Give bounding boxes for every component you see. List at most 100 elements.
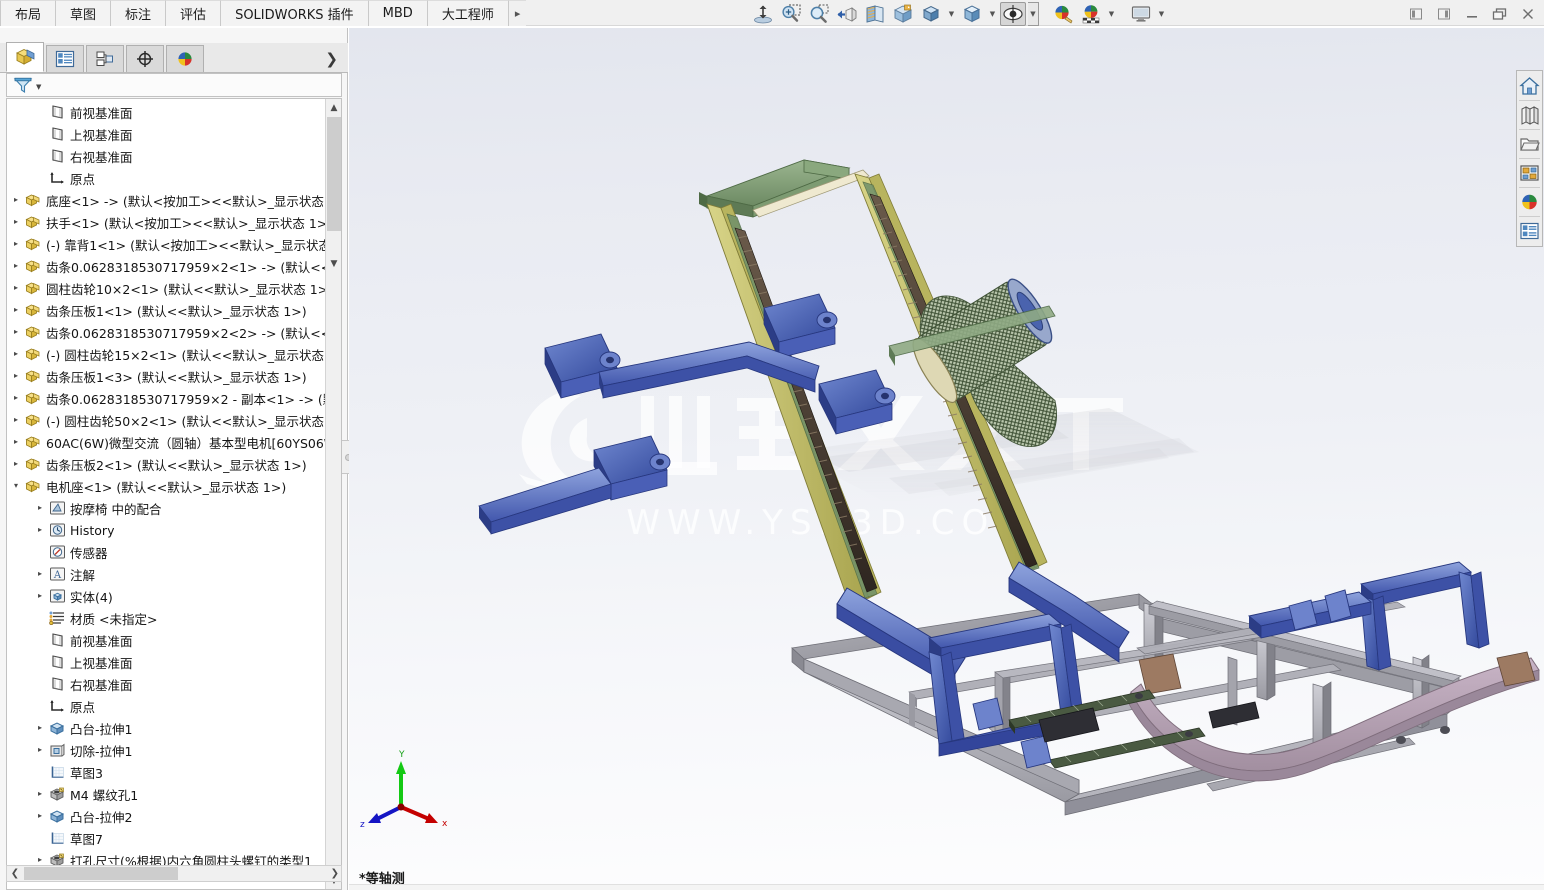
view-settings-cube-caret-icon[interactable]: ▼	[987, 2, 998, 26]
tree-item-mates-in-massage-chair[interactable]: ▸ 按摩椅 中的配合	[7, 497, 325, 519]
zoom-to-area-icon[interactable]	[778, 2, 804, 26]
tree-expand-collapse-icon[interactable]: ▸	[9, 460, 23, 468]
tab-configuration-manager[interactable]	[86, 45, 124, 72]
zoom-to-fit-icon[interactable]	[750, 2, 776, 26]
tab-property-manager[interactable]	[46, 45, 84, 72]
tree-filter[interactable]: ▼	[6, 73, 342, 97]
tree-item-motor-mount[interactable]: ▾ 电机座<1> (默认<<默认>_显示状态 1>)	[7, 475, 325, 497]
display-style-caret-icon[interactable]: ▼	[946, 2, 957, 26]
close-button[interactable]	[1518, 4, 1538, 24]
scroll-right-arrow-icon[interactable]: ❯	[331, 868, 339, 879]
pin-right-button[interactable]	[1434, 4, 1454, 24]
tree-expand-collapse-icon[interactable]: ▸	[9, 284, 23, 292]
pin-left-button[interactable]	[1406, 4, 1426, 24]
tree-expand-collapse-icon[interactable]: ▸	[33, 790, 47, 798]
tree-expand-collapse-icon[interactable]: ▸	[33, 812, 47, 820]
tree-vertical-scrollbar[interactable]: ▲ ▼ ▼	[325, 99, 341, 889]
tree-horizontal-scroll-thumb[interactable]	[24, 867, 178, 880]
tree-expand-collapse-icon[interactable]: ▸	[33, 570, 47, 578]
tree-item-right-plane[interactable]: 右视基准面	[7, 145, 325, 167]
tree-item-sketch-7[interactable]: 草图7	[7, 827, 325, 849]
panel-tabs-more-button[interactable]: ❯	[325, 50, 338, 68]
zoom-in-out-icon[interactable]	[806, 2, 832, 26]
tree-vertical-scroll-thumb[interactable]	[327, 117, 341, 231]
tab-evaluate[interactable]: 评估	[166, 0, 222, 26]
tab-feature-manager[interactable]	[6, 42, 44, 72]
tree-expand-collapse-icon[interactable]: ▸	[9, 372, 23, 380]
design-tree[interactable]: 前视基准面 上视基准面 右视基准面 原点 ▸ 底座<1> -> (默认<按加工><<默认>…	[6, 98, 342, 890]
ribbon-overflow-button[interactable]: ▸	[508, 0, 527, 26]
tree-item-origin-2[interactable]: 原点	[7, 695, 325, 717]
tree-item-backrest[interactable]: ▸ (-) 靠背1<1> (默认<按加工><<默认>_显示状态 1>)	[7, 233, 325, 255]
tree-expand-collapse-icon[interactable]: ▸	[9, 394, 23, 402]
tree-item-sketch-3[interactable]: 草图3	[7, 761, 325, 783]
view-orientation-icon[interactable]	[890, 2, 916, 26]
tree-item-cut-extrude-1[interactable]: ▸ 切除-拉伸1	[7, 739, 325, 761]
graphics-viewport[interactable]: WWW.YSH3D.COM	[349, 28, 1544, 890]
tree-expand-collapse-icon[interactable]: ▸	[9, 218, 23, 226]
file-explorer-icon[interactable]	[1517, 131, 1542, 157]
tree-expand-collapse-icon[interactable]: ▸	[33, 504, 47, 512]
design-tree-body[interactable]: 前视基准面 上视基准面 右视基准面 原点 ▸ 底座<1> -> (默认<按加工><<默认>…	[7, 101, 325, 871]
scroll-down-arrow-icon[interactable]: ▼	[326, 255, 341, 272]
tree-item-solid-bodies[interactable]: ▸ 实体(4)	[7, 585, 325, 607]
tree-item-annotations[interactable]: ▸ A 注解	[7, 563, 325, 585]
scroll-up-arrow-icon[interactable]: ▲	[326, 99, 341, 116]
tree-item-base[interactable]: ▸ 底座<1> -> (默认<按加工><<默认>_显示状态 1>)	[7, 189, 325, 211]
tree-item-origin[interactable]: 原点	[7, 167, 325, 189]
tree-item-boss-extrude-1[interactable]: ▸ 凸台-拉伸1	[7, 717, 325, 739]
edit-appearance-icon[interactable]	[1050, 2, 1076, 26]
previous-view-icon[interactable]	[834, 2, 860, 26]
tree-item-sensors[interactable]: 传感器	[7, 541, 325, 563]
tree-expand-collapse-icon[interactable]: ▸	[9, 240, 23, 248]
apply-scene-icon[interactable]	[1078, 2, 1104, 26]
tab-display-manager[interactable]	[166, 45, 204, 72]
tab-great-engineer[interactable]: 大工程师	[427, 0, 509, 26]
tree-item-boss-extrude-2[interactable]: ▸ 凸台-拉伸2	[7, 805, 325, 827]
tree-item-rack-plate-2[interactable]: ▸ 齿条压板2<1> (默认<<默认>_显示状态 1>)	[7, 453, 325, 475]
tree-expand-collapse-icon[interactable]: ▸	[9, 328, 23, 336]
tree-expand-collapse-icon[interactable]: ▸	[9, 196, 23, 204]
minimize-button[interactable]	[1462, 4, 1482, 24]
restore-button[interactable]	[1490, 4, 1510, 24]
hide-show-items-caret-icon[interactable]: ▼	[1028, 2, 1039, 26]
tree-item-history[interactable]: ▸ History	[7, 519, 325, 541]
tab-solidworks-addins[interactable]: SOLIDWORKS 插件	[221, 0, 369, 26]
tree-item-material[interactable]: 材质 <未指定>	[7, 607, 325, 629]
massage-chair-3d-model[interactable]	[349, 28, 1544, 890]
tree-item-motor[interactable]: ▸ 60AC(6W)微型交流（圆轴）基本型电机[60YS06WD	[7, 431, 325, 453]
tree-expand-collapse-icon[interactable]: ▸	[33, 526, 47, 534]
tab-sketch[interactable]: 草图	[56, 0, 112, 26]
design-library-icon[interactable]	[1517, 102, 1542, 128]
tree-expand-collapse-icon[interactable]: ▸	[9, 416, 23, 424]
tree-item-top-plane-2[interactable]: 上视基准面	[7, 651, 325, 673]
tree-expand-collapse-icon[interactable]: ▸	[33, 724, 47, 732]
tree-item-rack-copy[interactable]: ▸ 齿条0.0628318530717959×2 - 副本<1> -> (默认<	[7, 387, 325, 409]
tree-expand-collapse-icon[interactable]: ▸	[33, 592, 47, 600]
tree-item-m4-tapped-hole-1[interactable]: ▸ M4 螺纹孔1	[7, 783, 325, 805]
display-style-icon[interactable]	[918, 2, 944, 26]
home-icon[interactable]	[1517, 73, 1542, 99]
tree-expand-collapse-icon-expanded[interactable]: ▾	[9, 482, 23, 490]
hide-show-items-icon[interactable]	[1000, 2, 1026, 26]
tree-item-spur-gear-50[interactable]: ▸ (-) 圆柱齿轮50×2<1> (默认<<默认>_显示状态 1>)	[7, 409, 325, 431]
tree-item-rack-plate-1-1[interactable]: ▸ 齿条压板1<1> (默认<<默认>_显示状态 1>)	[7, 299, 325, 321]
tab-layout[interactable]: 布局	[0, 0, 57, 26]
tree-item-front-plane[interactable]: 前视基准面	[7, 101, 325, 123]
tree-item-right-plane-2[interactable]: 右视基准面	[7, 673, 325, 695]
tree-item-rack-1[interactable]: ▸ 齿条0.0628318530717959×2<1> -> (默认<<默认	[7, 255, 325, 277]
tree-item-armrest[interactable]: ▸ 扶手<1> (默认<按加工><<默认>_显示状态 1>)	[7, 211, 325, 233]
view-palette-icon[interactable]	[1517, 160, 1542, 186]
appearances-scenes-icon[interactable]	[1517, 189, 1542, 215]
tree-item-rack-plate-1-3[interactable]: ▸ 齿条压板1<3> (默认<<默认>_显示状态 1>)	[7, 365, 325, 387]
view-settings-cube-icon[interactable]	[959, 2, 985, 26]
section-view-icon[interactable]	[862, 2, 888, 26]
tree-expand-collapse-icon[interactable]: ▸	[9, 306, 23, 314]
apply-scene-caret-icon[interactable]: ▼	[1106, 2, 1117, 26]
view-settings-display-icon[interactable]	[1128, 2, 1154, 26]
tree-expand-collapse-icon[interactable]: ▸	[9, 350, 23, 358]
tree-item-front-plane-2[interactable]: 前视基准面	[7, 629, 325, 651]
tab-annotate[interactable]: 标注	[111, 0, 167, 26]
tree-item-spur-gear-10[interactable]: ▸ 圆柱齿轮10×2<1> (默认<<默认>_显示状态 1>)	[7, 277, 325, 299]
tree-item-top-plane[interactable]: 上视基准面	[7, 123, 325, 145]
